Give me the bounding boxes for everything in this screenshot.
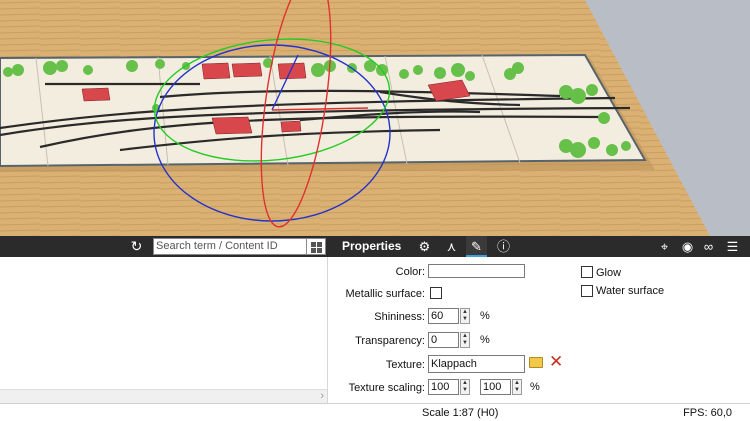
texture-scaling-y-input[interactable]: 100 bbox=[480, 379, 511, 395]
fps-readout: FPS: 60,0 bbox=[683, 407, 732, 419]
scale-readout: Scale 1:87 (H0) bbox=[422, 407, 499, 419]
info-icon[interactable]: ⓘ bbox=[493, 236, 514, 257]
folder-icon[interactable] bbox=[529, 357, 543, 368]
delete-icon[interactable]: ✕ bbox=[549, 353, 563, 370]
axis-icon[interactable]: ⋏ bbox=[441, 236, 462, 257]
glow-label: Glow bbox=[596, 267, 622, 279]
link-icon[interactable]: ∞ bbox=[698, 236, 719, 257]
transparency-unit: % bbox=[480, 334, 490, 346]
texture-scaling-y-stepper[interactable]: ▲ ▼ bbox=[512, 379, 522, 395]
texture-input[interactable]: Klappach bbox=[428, 355, 525, 373]
refresh-icon[interactable]: ↻ bbox=[127, 237, 146, 256]
glow-checkbox[interactable] bbox=[581, 266, 593, 278]
metallic-label: Metallic surface: bbox=[345, 288, 425, 300]
texture-scaling-x-stepper[interactable]: ▲ ▼ bbox=[460, 379, 470, 395]
texture-scaling-label: Texture scaling: bbox=[348, 382, 425, 394]
grid-view-icon[interactable] bbox=[307, 238, 326, 255]
horizontal-scrollbar[interactable]: › bbox=[0, 389, 327, 403]
paint-brush-icon[interactable]: ✎ bbox=[466, 236, 487, 257]
texture-label: Texture: bbox=[385, 359, 425, 371]
texture-scaling-unit: % bbox=[530, 381, 540, 393]
shininess-unit: % bbox=[480, 310, 490, 322]
shininess-stepper[interactable]: ▲ ▼ bbox=[460, 308, 470, 324]
properties-panel: Color: Metallic surface: Shininess: 60 ▲… bbox=[329, 257, 750, 403]
texture-scaling-x-input[interactable]: 100 bbox=[428, 379, 459, 395]
water-surface-label: Water surface bbox=[596, 285, 665, 297]
3d-viewport[interactable] bbox=[0, 0, 750, 236]
color-swatch[interactable] bbox=[428, 264, 525, 278]
metallic-checkbox[interactable] bbox=[430, 287, 442, 299]
search-input[interactable]: Search term / Content ID bbox=[153, 238, 307, 255]
shininess-input[interactable]: 60 bbox=[428, 308, 459, 324]
transparency-stepper[interactable]: ▲ ▼ bbox=[460, 332, 470, 348]
color-label: Color: bbox=[395, 266, 425, 278]
transparency-input[interactable]: 0 bbox=[428, 332, 459, 348]
gear-icon[interactable]: ⚙ bbox=[414, 236, 435, 257]
eye-icon[interactable]: ◉ bbox=[677, 236, 698, 257]
layout-scene bbox=[0, 0, 750, 236]
water-surface-checkbox[interactable] bbox=[581, 285, 593, 297]
pin-icon[interactable]: ⌖ bbox=[654, 236, 675, 257]
status-bar: Scale 1:87 (H0) FPS: 60,0 bbox=[0, 403, 750, 421]
shininess-label: Shininess: bbox=[374, 311, 425, 323]
properties-title: Properties bbox=[342, 239, 402, 253]
menu-icon[interactable]: ☰ bbox=[722, 236, 743, 257]
scroll-right-icon[interactable]: › bbox=[320, 390, 324, 402]
transparency-label: Transparency: bbox=[355, 335, 425, 347]
toolbar: ↻ Search term / Content ID Properties ⚙ … bbox=[0, 236, 750, 257]
catalog-panel: › bbox=[0, 257, 328, 403]
